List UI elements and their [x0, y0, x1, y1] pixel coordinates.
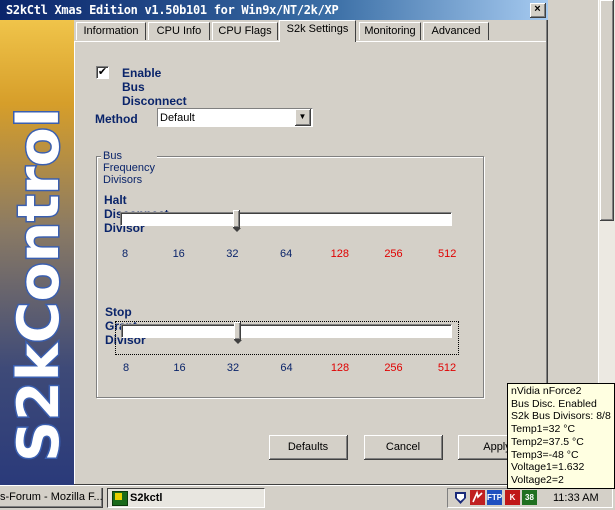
halt-divisor-slider-track[interactable] — [120, 212, 452, 226]
title-bar[interactable]: S2kCtl Xmas Edition v1.50b101 for Win9x/… — [0, 0, 548, 20]
checkmark-icon: ✔ — [97, 66, 108, 78]
tab-cpu-flags[interactable]: CPU Flags — [212, 22, 278, 40]
s2kctl-app-icon-mark — [115, 493, 122, 500]
stop-grant-slider-track[interactable] — [121, 324, 452, 338]
stop-grant-thumb-pointer — [234, 340, 242, 344]
ftp-icon[interactable]: FTP — [487, 490, 502, 505]
counter-icon[interactable]: 38 — [522, 490, 537, 505]
tab-s2k-settings[interactable]: S2k Settings — [279, 20, 356, 42]
group-title: Bus Frequency Divisors — [101, 150, 157, 186]
tick-label: 512 — [437, 362, 457, 374]
tick-label: 64 — [279, 248, 293, 260]
method-dropdown-button[interactable]: ▼ — [295, 109, 311, 126]
cancel-button[interactable]: Cancel — [364, 435, 443, 460]
banner-logo-text: S2kControl — [5, 106, 74, 463]
tooltip-line: Voltage2=2 — [511, 473, 564, 486]
tick-label: 256 — [384, 362, 403, 374]
method-label: Method — [95, 112, 138, 126]
tray-tooltip: nVidia nForce2 Bus Disc. Enabled S2k Bus… — [507, 383, 615, 489]
defaults-button[interactable]: Defaults — [269, 435, 348, 460]
halt-divisor-thumb-pointer — [233, 228, 242, 232]
tab-advanced[interactable]: Advanced — [423, 22, 489, 40]
tooltip-line: Voltage1=1.632 — [511, 461, 585, 474]
background-scrollbar-thumb[interactable] — [600, 0, 614, 221]
tab-cpu-info[interactable]: CPU Info — [148, 22, 210, 40]
tick-label: 512 — [438, 248, 457, 260]
tick-label: 128 — [330, 362, 350, 374]
tooltip-line: Temp2=37.5 °C — [511, 435, 584, 448]
halt-divisor-slider-thumb[interactable] — [233, 210, 241, 228]
tick-label: 256 — [384, 248, 403, 260]
enable-bus-disconnect-checkbox[interactable]: ✔ — [96, 66, 109, 79]
tick-label: 128 — [330, 248, 349, 260]
taskbar-item-s2kctl[interactable]: S2kctl — [107, 488, 265, 508]
window-title: S2kCtl Xmas Edition v1.50b101 for Win9x/… — [6, 3, 339, 17]
tick-label: 8 — [121, 248, 129, 260]
close-button[interactable]: × — [530, 3, 546, 18]
shield-icon[interactable] — [453, 490, 468, 505]
tooltip-line: Bus Disc. Enabled — [511, 397, 597, 410]
close-icon: × — [534, 3, 541, 15]
tick-label: 32 — [226, 248, 239, 260]
method-selected-value: Default — [160, 112, 195, 124]
stop-grant-slider-thumb[interactable] — [234, 322, 241, 340]
tick-label: 8 — [122, 362, 130, 374]
taskbar-item-mozilla[interactable]: s-Forum - Mozilla F... — [0, 488, 103, 508]
tab-information[interactable]: Information — [76, 22, 146, 40]
tooltip-line: Temp3=-48 °C — [511, 448, 579, 461]
tooltip-line: S2k Bus Divisors: 8/8 — [511, 410, 611, 423]
tick-label: 32 — [226, 362, 240, 374]
tick-label: 16 — [173, 362, 186, 374]
tooltip-line: Temp1=32 °C — [511, 423, 576, 436]
network-icon[interactable] — [470, 490, 485, 505]
tick-label: 64 — [280, 362, 293, 374]
tooltip-line: nVidia nForce2 — [511, 385, 582, 397]
clock[interactable]: 11:33 AM — [553, 492, 599, 504]
tick-label: 16 — [172, 248, 185, 260]
tab-monitoring[interactable]: Monitoring — [359, 22, 421, 40]
chevron-down-icon: ▼ — [298, 112, 307, 121]
antivirus-icon[interactable]: K — [505, 490, 520, 505]
enable-bus-disconnect-label[interactable]: Enable Bus Disconnect — [122, 66, 187, 108]
